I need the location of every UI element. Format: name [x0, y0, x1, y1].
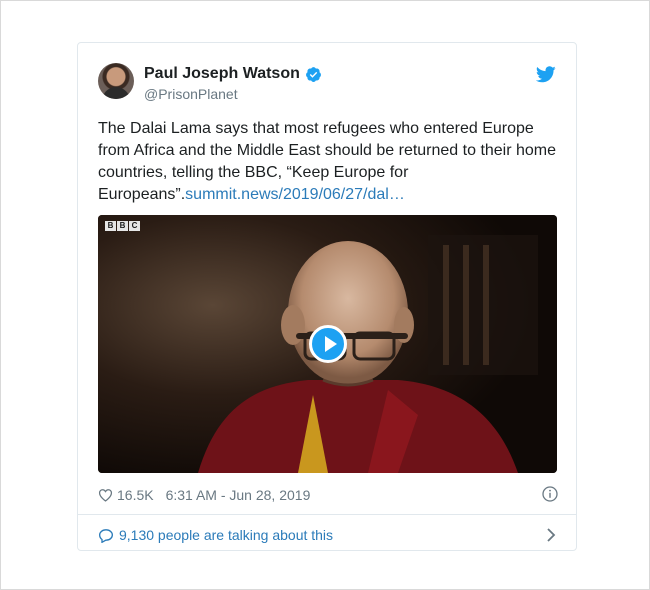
page-frame: Paul Joseph Watson @PrisonPlanet The Dal…	[0, 0, 650, 590]
chevron-right-icon[interactable]	[546, 528, 556, 542]
verified-badge-icon	[305, 66, 321, 82]
info-icon[interactable]	[542, 486, 558, 502]
tweet-meta: 16.5K 6:31 AM - Jun 28, 2019	[98, 485, 558, 505]
conversation-link[interactable]: 9,130 people are talking about this	[98, 525, 558, 545]
tweet-link[interactable]: summit.news/2019/06/27/dal…	[185, 186, 405, 203]
video-thumbnail[interactable]: B B C	[98, 215, 557, 473]
bbc-letter: B	[117, 221, 128, 231]
author-handle[interactable]: @PrisonPlanet	[144, 86, 238, 102]
avatar-body	[102, 87, 130, 99]
talking-count[interactable]: 9,130 people are talking about this	[119, 527, 333, 543]
twitter-bird-icon[interactable]	[536, 66, 556, 83]
tweet-card[interactable]: Paul Joseph Watson @PrisonPlanet The Dal…	[77, 42, 577, 551]
heart-icon[interactable]	[98, 488, 113, 502]
play-icon[interactable]	[309, 325, 347, 363]
comment-bubble-icon	[98, 528, 114, 543]
author-name[interactable]: Paul Joseph Watson	[144, 65, 300, 83]
tweet-timestamp[interactable]: 6:31 AM - Jun 28, 2019	[166, 487, 311, 503]
bbc-letter: C	[129, 221, 140, 231]
like-count[interactable]: 16.5K	[117, 487, 154, 503]
bbc-watermark: B B C	[105, 221, 140, 231]
divider	[78, 514, 576, 515]
avatar[interactable]	[98, 63, 134, 99]
author-name-row[interactable]: Paul Joseph Watson	[144, 65, 322, 83]
bbc-letter: B	[105, 221, 116, 231]
tweet-text: The Dalai Lama says that most refugees w…	[98, 118, 558, 206]
